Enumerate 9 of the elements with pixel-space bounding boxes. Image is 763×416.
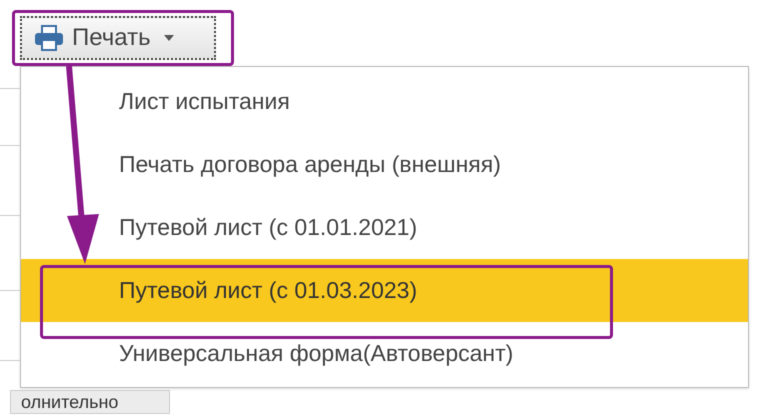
menu-item[interactable]: Печать договора аренды (внешняя) [21, 133, 748, 196]
menu-item[interactable]: Путевой лист (с 01.03.2023) [21, 259, 748, 322]
menu-item[interactable]: Универсальная форма(Автоверсант) [21, 322, 748, 385]
printer-icon [34, 25, 64, 51]
print-button[interactable]: Печать [20, 16, 216, 60]
menu-item[interactable]: Путевой лист (с 01.01.2021) [21, 196, 748, 259]
menu-item[interactable]: Лист испытания [21, 70, 748, 133]
caret-icon [162, 34, 175, 42]
tab-label[interactable]: олнительно [10, 390, 170, 414]
